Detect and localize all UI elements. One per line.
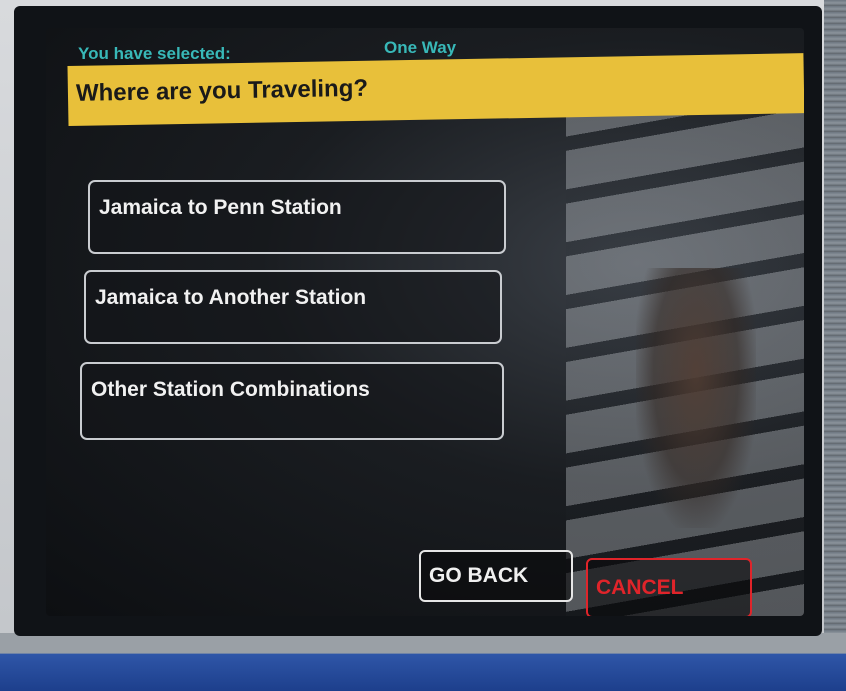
kiosk-bottom-panel xyxy=(0,633,846,691)
option-label: Other Station Combinations xyxy=(91,378,370,401)
selected-label: You have selected: xyxy=(78,44,231,63)
cancel-button[interactable]: CANCEL xyxy=(586,558,752,616)
cancel-label: CANCEL xyxy=(596,576,684,599)
option-jamaica-to-another-button[interactable]: Jamaica to Another Station xyxy=(84,270,502,344)
kiosk-side-grille xyxy=(824,0,846,691)
person-reflection xyxy=(636,268,756,528)
title-banner: Where are you Traveling? xyxy=(67,53,804,126)
go-back-label: GO BACK xyxy=(429,564,529,587)
option-other-combinations-button[interactable]: Other Station Combinations xyxy=(80,362,504,440)
option-label: Jamaica to Penn Station xyxy=(99,196,342,219)
page-title: Where are you Traveling? xyxy=(75,74,369,107)
go-back-button[interactable]: GO BACK xyxy=(419,550,573,602)
option-label: Jamaica to Another Station xyxy=(95,286,367,309)
option-jamaica-to-penn-button[interactable]: Jamaica to Penn Station xyxy=(88,180,506,254)
kiosk-frame: You have selected: One Way Where are you… xyxy=(0,0,846,691)
kiosk-screen: You have selected: One Way Where are you… xyxy=(46,28,804,616)
selected-value: One Way xyxy=(384,38,457,57)
